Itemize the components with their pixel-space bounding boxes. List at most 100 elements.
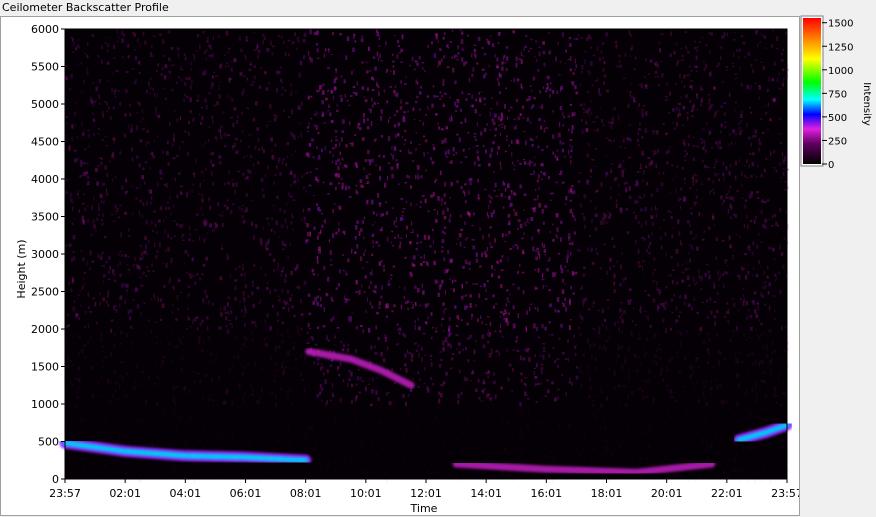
noise-speckle: [726, 474, 729, 477]
noise-speckle: [559, 140, 562, 145]
noise-speckle: [648, 252, 651, 255]
noise-speckle: [247, 169, 250, 174]
noise-speckle: [689, 187, 692, 190]
noise-speckle: [760, 442, 763, 445]
noise-speckle: [211, 152, 214, 156]
noise-speckle: [700, 287, 703, 291]
noise-speckle: [664, 421, 668, 426]
noise-speckle: [212, 119, 214, 125]
noise-speckle: [128, 467, 131, 472]
noise-speckle: [507, 234, 509, 237]
noise-speckle: [585, 128, 588, 133]
noise-speckle: [637, 356, 640, 359]
noise-speckle: [384, 201, 388, 203]
noise-speckle: [172, 64, 175, 66]
noise-speckle: [219, 276, 223, 281]
noise-speckle: [701, 182, 703, 186]
noise-speckle: [693, 47, 697, 50]
noise-speckle: [763, 463, 766, 468]
noise-speckle: [621, 170, 625, 173]
noise-speckle: [307, 323, 310, 328]
noise-speckle: [512, 408, 515, 410]
noise-speckle: [400, 452, 403, 457]
noise-speckle: [551, 192, 554, 195]
noise-speckle: [523, 159, 526, 161]
noise-speckle: [507, 377, 510, 382]
noise-speckle: [336, 109, 339, 112]
noise-speckle: [388, 119, 390, 123]
noise-speckle: [784, 393, 786, 397]
noise-speckle: [300, 377, 302, 381]
noise-speckle: [482, 144, 485, 148]
noise-speckle: [282, 157, 285, 161]
noise-speckle: [550, 334, 554, 336]
noise-speckle: [745, 301, 749, 306]
noise-speckle: [441, 434, 445, 439]
noise-speckle: [87, 430, 89, 431]
noise-speckle: [217, 202, 220, 207]
noise-speckle: [330, 139, 333, 143]
noise-speckle: [696, 46, 699, 48]
noise-speckle: [620, 345, 623, 349]
noise-speckle: [414, 302, 417, 305]
noise-speckle: [674, 399, 678, 402]
noise-speckle: [74, 111, 76, 116]
noise-speckle: [738, 131, 742, 136]
noise-speckle: [287, 255, 289, 260]
noise-speckle: [128, 441, 131, 446]
noise-speckle: [129, 112, 132, 117]
noise-speckle: [469, 303, 472, 308]
noise-speckle: [288, 53, 290, 57]
noise-speckle: [606, 270, 608, 275]
noise-speckle: [268, 222, 270, 226]
noise-speckle: [443, 201, 447, 205]
noise-speckle: [486, 280, 489, 282]
noise-speckle: [534, 383, 538, 386]
noise-speckle: [655, 63, 658, 67]
noise-speckle: [775, 221, 778, 226]
noise-speckle: [763, 348, 765, 351]
noise-speckle: [762, 281, 766, 284]
noise-speckle: [283, 210, 286, 214]
noise-speckle: [499, 259, 503, 263]
noise-speckle: [666, 386, 668, 392]
noise-speckle: [520, 408, 524, 413]
noise-speckle: [726, 196, 730, 199]
noise-speckle: [497, 78, 499, 81]
noise-speckle: [133, 299, 134, 302]
noise-speckle: [329, 112, 332, 117]
noise-speckle: [71, 136, 73, 142]
noise-speckle: [400, 329, 402, 332]
noise-speckle: [412, 107, 415, 112]
noise-speckle: [601, 474, 604, 479]
noise-speckle: [568, 242, 572, 245]
noise-speckle: [567, 339, 569, 343]
noise-speckle: [650, 193, 654, 197]
noise-speckle: [289, 243, 291, 246]
noise-speckle: [260, 387, 263, 393]
noise-speckle: [584, 59, 586, 65]
noise-speckle: [682, 196, 686, 202]
noise-speckle: [224, 65, 227, 68]
noise-speckle: [362, 85, 364, 90]
noise-speckle: [319, 304, 323, 308]
noise-speckle: [503, 317, 505, 321]
noise-speckle: [495, 195, 499, 197]
noise-speckle: [391, 230, 394, 233]
noise-speckle: [96, 321, 98, 325]
noise-speckle: [458, 342, 461, 346]
noise-speckle: [728, 92, 731, 97]
noise-speckle: [570, 187, 573, 192]
noise-speckle: [401, 460, 404, 464]
noise-speckle: [422, 332, 426, 335]
noise-speckle: [602, 68, 605, 72]
noise-speckle: [234, 267, 237, 270]
noise-speckle: [435, 178, 438, 181]
noise-speckle: [525, 326, 527, 331]
noise-speckle: [717, 62, 721, 67]
noise-speckle: [114, 342, 116, 347]
noise-speckle: [150, 77, 152, 80]
noise-speckle: [458, 351, 461, 354]
noise-speckle: [692, 181, 695, 187]
noise-speckle: [417, 172, 419, 176]
